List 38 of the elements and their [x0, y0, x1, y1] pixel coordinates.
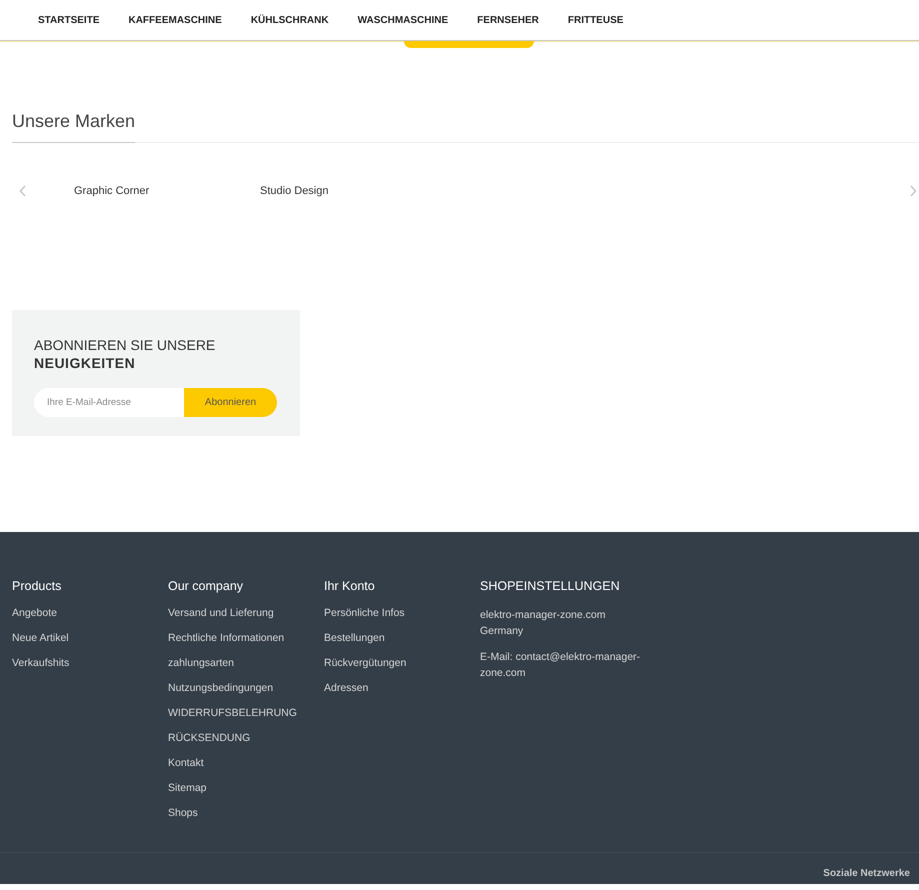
footer-heading: Our company [168, 579, 244, 593]
footer-link[interactable]: RÜCKSENDUNG [168, 732, 250, 745]
footer-link[interactable]: Rückvergütungen [324, 657, 406, 670]
newsletter-heading: ABONNIEREN SIE UNSERE NEUIGKEITEN [34, 336, 216, 372]
footer-link[interactable]: Shops [168, 807, 198, 820]
store-email: E-Mail: contact@elektro-manager-zone.com [480, 650, 642, 681]
brand-link[interactable]: Graphic Corner [74, 185, 260, 197]
brand-link[interactable]: Studio Design [260, 185, 446, 197]
subscribe-button[interactable]: Abonnieren [184, 388, 277, 417]
footer-link[interactable]: Angebote [12, 607, 57, 620]
button-edge[interactable] [404, 41, 534, 48]
footer-link[interactable]: zahlungsarten [168, 657, 234, 670]
nav-link[interactable]: STARTSEITE [38, 14, 100, 26]
footer-link[interactable]: Nutzungsbedingungen [168, 682, 274, 695]
footer-link[interactable]: Verkaufshits [12, 657, 70, 670]
store-address: elektro-manager-zone.com Germany [480, 608, 606, 639]
footer-link[interactable]: Bestellungen [324, 632, 385, 645]
nav-link[interactable]: FERNSEHER [477, 14, 539, 26]
chevron-left-icon[interactable] [19, 185, 27, 197]
footer-link[interactable]: Persönliche Infos [324, 607, 405, 620]
footer-link[interactable]: Rechtliche Informationen [168, 632, 284, 645]
nav-link[interactable]: KAFFEEMASCHINE [128, 14, 222, 26]
footer-heading: SHOPEINSTELLUNGEN [480, 579, 620, 593]
email-field[interactable]: Ihre E-Mail-Adresse [34, 388, 184, 417]
footer-link[interactable]: Versand und Lieferung [168, 607, 274, 620]
section-title: Unsere Marken [12, 111, 136, 143]
footer-link[interactable]: WIDERRUFSBELEHRUNG [168, 707, 297, 720]
social-heading: Soziale Netzwerke [823, 868, 910, 879]
chevron-right-icon[interactable] [909, 185, 917, 197]
nav-link[interactable]: WASCHMASCHINE [358, 14, 448, 26]
footer-link[interactable]: Adressen [324, 682, 368, 695]
footer-link[interactable]: Kontakt [168, 757, 204, 770]
nav-link[interactable]: KÜHLSCHRANK [250, 14, 329, 26]
footer-link[interactable]: Sitemap [168, 782, 207, 795]
footer-link[interactable]: Neue Artikel [12, 632, 69, 645]
footer-heading: Products [12, 579, 62, 593]
footer-heading: Ihr Konto [324, 579, 375, 593]
nav-link[interactable]: FRITTEUSE [568, 14, 624, 26]
